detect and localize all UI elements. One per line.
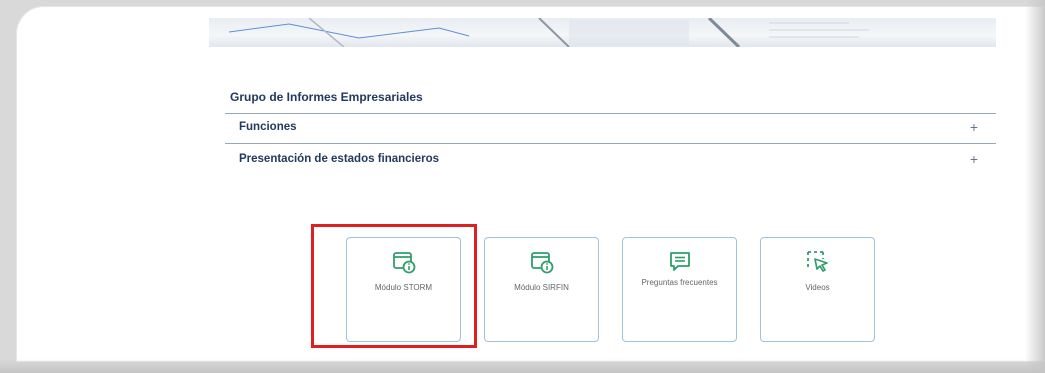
highlight-box <box>311 224 477 348</box>
card-videos[interactable]: Videos <box>760 237 875 342</box>
expand-plus-icon[interactable]: + <box>970 119 978 135</box>
banner-graphic <box>228 18 869 47</box>
section-title: Grupo de Informes Empresariales <box>230 90 423 104</box>
card-label: Preguntas frecuentes <box>641 278 718 287</box>
divider <box>225 143 996 144</box>
expand-plus-icon[interactable]: + <box>970 151 978 167</box>
chat-bubble-icon <box>669 252 690 271</box>
card-label: Videos <box>805 283 830 292</box>
info-window-icon <box>530 252 553 274</box>
accordion-item-presentacion-estados-financieros[interactable]: Presentación de estados financieros + <box>225 150 996 172</box>
frame-shadow <box>0 359 1045 373</box>
accordion-item-funciones[interactable]: Funciones + <box>225 118 996 140</box>
divider <box>225 113 996 114</box>
accordion-label: Presentación de estados financieros <box>239 153 440 165</box>
card-label: Módulo SIRFIN <box>514 283 569 292</box>
card-preguntas-frecuentes[interactable]: Preguntas frecuentes <box>622 237 737 342</box>
card-modulo-sirfin[interactable]: Módulo SIRFIN <box>484 237 599 342</box>
header-banner-image <box>209 18 996 47</box>
accordion-label: Funciones <box>239 121 297 133</box>
cursor-select-icon <box>806 251 828 272</box>
frame-shadow <box>1025 0 1045 373</box>
